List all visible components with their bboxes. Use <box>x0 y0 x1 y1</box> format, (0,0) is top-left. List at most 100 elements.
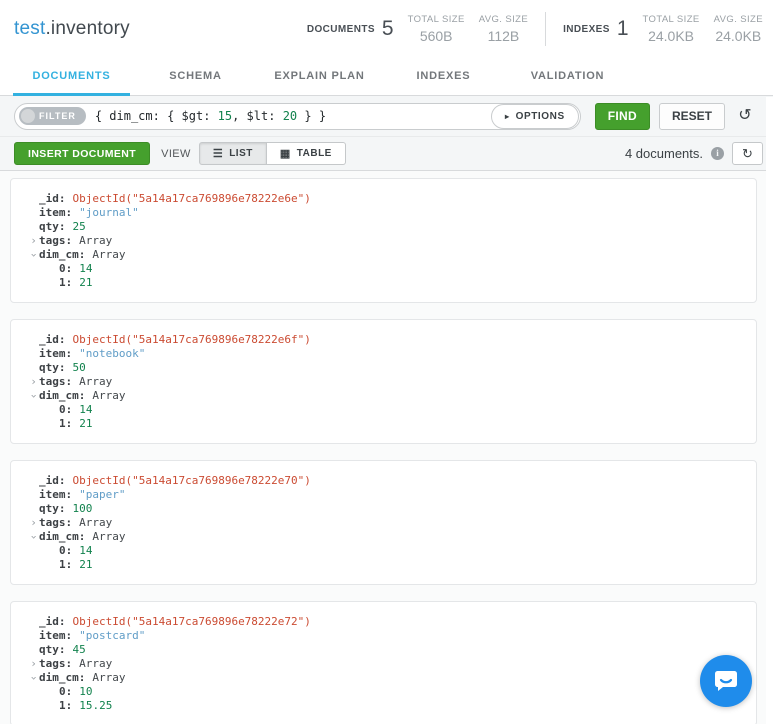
field-value: ObjectId("5a14a17ca769896e78222e6e") <box>72 192 311 205</box>
expand-caret-icon[interactable]: › <box>28 234 39 248</box>
collection-stats: DOCUMENTS 5 TOTAL SIZE 560B AVG. SIZE 11… <box>307 12 763 46</box>
field-key: 0: <box>59 403 73 416</box>
field-value: 25 <box>72 220 86 233</box>
chat-bubble-button[interactable] <box>700 655 752 707</box>
document-field-line: item: "paper" <box>11 488 736 502</box>
document-field-line: ›dim_cm: Array <box>11 671 736 685</box>
indexes-stat-label: INDEXES <box>563 23 610 35</box>
field-key: _id: <box>39 474 66 487</box>
field-value: 45 <box>72 643 86 656</box>
field-value: ObjectId("5a14a17ca769896e78222e6f") <box>72 333 311 346</box>
avg-size-value: 112B <box>487 28 520 44</box>
insert-document-button[interactable]: INSERT DOCUMENT <box>14 142 151 165</box>
idx-total-size-label: TOTAL SIZE <box>642 14 700 25</box>
field-value: "journal" <box>79 206 139 219</box>
expand-caret-icon[interactable]: › <box>28 375 39 389</box>
query-bar: FILTER { dim_cm: { $gt: 15, $lt: 20 } } … <box>0 96 773 137</box>
view-table-button[interactable]: ▦ TABLE <box>266 142 346 165</box>
collection-name: .inventory <box>45 18 130 39</box>
field-key: dim_cm: <box>39 248 86 261</box>
document-field-line: item: "postcard" <box>11 629 736 643</box>
field-key: dim_cm: <box>39 530 86 543</box>
document-field-line: › tags: Array <box>11 234 736 248</box>
tab-indexes[interactable]: INDEXES <box>385 58 502 96</box>
info-icon[interactable]: i <box>711 147 724 160</box>
idx-total-size-value: 24.0KB <box>648 28 695 44</box>
document-field-line: 0: 10 <box>11 685 736 699</box>
documents-stat: DOCUMENTS 5 <box>307 17 394 41</box>
field-value: Array <box>92 530 126 543</box>
filter-pill-label: FILTER <box>39 111 76 121</box>
document-card[interactable]: _id: ObjectId("5a14a17ca769896e78222e6f")… <box>10 319 757 444</box>
document-field-line: ›dim_cm: Array <box>11 530 736 544</box>
expand-caret-icon[interactable]: › <box>28 516 39 530</box>
field-value: 10 <box>79 685 93 698</box>
collapse-caret-icon[interactable]: › <box>27 532 41 543</box>
idx-avg-size-value: 24.0KB <box>715 28 762 44</box>
tab-validation[interactable]: VALIDATION <box>509 58 626 96</box>
document-card[interactable]: _id: ObjectId("5a14a17ca769896e78222e70")… <box>10 460 757 585</box>
field-value: 21 <box>79 417 93 430</box>
documents-avg-size-stat: AVG. SIZE 112B <box>479 14 528 44</box>
collapse-caret-icon[interactable]: › <box>27 673 41 684</box>
field-value: ObjectId("5a14a17ca769896e78222e72") <box>72 615 311 628</box>
document-field-line: _id: ObjectId("5a14a17ca769896e78222e72") <box>11 615 736 629</box>
field-key: tags: <box>39 234 73 247</box>
document-field-line: 0: 14 <box>11 403 736 417</box>
field-key: tags: <box>39 375 73 388</box>
field-key: item: <box>39 347 73 360</box>
field-value: 50 <box>72 361 86 374</box>
collection-tabs: DOCUMENTS SCHEMA EXPLAIN PLAN INDEXES VA… <box>0 58 773 96</box>
find-button[interactable]: FIND <box>594 102 650 130</box>
filter-input[interactable]: FILTER { dim_cm: { $gt: 15, $lt: 20 } } … <box>14 102 581 130</box>
collapse-caret-icon[interactable]: › <box>27 391 41 402</box>
database-name[interactable]: test <box>14 18 45 39</box>
options-button[interactable]: ▸ OPTIONS <box>490 103 579 129</box>
field-value: Array <box>79 375 113 388</box>
field-value: ObjectId("5a14a17ca769896e78222e70") <box>72 474 311 487</box>
document-field-line: _id: ObjectId("5a14a17ca769896e78222e6e") <box>11 192 736 206</box>
document-card[interactable]: _id: ObjectId("5a14a17ca769896e78222e72")… <box>10 601 757 724</box>
indexes-stat: INDEXES 1 <box>563 17 628 41</box>
view-list-button[interactable]: ☰ LIST <box>198 142 267 165</box>
scrollbar-gutter <box>766 97 773 724</box>
field-value: 15.25 <box>79 699 113 712</box>
filter-query-text[interactable]: { dim_cm: { $gt: 15, $lt: 20 } } <box>95 109 491 123</box>
field-key: qty: <box>39 220 66 233</box>
total-size-label: TOTAL SIZE <box>407 14 465 25</box>
field-key: dim_cm: <box>39 671 86 684</box>
field-key: item: <box>39 629 73 642</box>
indexes-total-size-stat: TOTAL SIZE 24.0KB <box>643 14 700 44</box>
field-key: 1: <box>59 276 73 289</box>
tab-documents[interactable]: DOCUMENTS <box>13 58 130 96</box>
field-key: tags: <box>39 657 73 670</box>
document-field-line: 1: 21 <box>11 558 736 572</box>
field-value: Array <box>79 516 113 529</box>
view-switcher: ☰ LIST ▦ TABLE <box>198 142 346 165</box>
idx-avg-size-label: AVG. SIZE <box>713 14 763 25</box>
expand-caret-icon[interactable]: › <box>28 657 39 671</box>
field-value: 14 <box>79 544 93 557</box>
refresh-icon[interactable]: ↻ <box>732 142 763 165</box>
field-value: 14 <box>79 262 93 275</box>
document-card[interactable]: _id: ObjectId("5a14a17ca769896e78222e6e")… <box>10 178 757 303</box>
field-key: dim_cm: <box>39 389 86 402</box>
tab-explain-plan[interactable]: EXPLAIN PLAN <box>261 58 378 96</box>
tab-schema[interactable]: SCHEMA <box>137 58 254 96</box>
options-caret-icon: ▸ <box>504 111 510 121</box>
documents-stat-label: DOCUMENTS <box>306 23 375 35</box>
filter-pill: FILTER <box>19 107 86 125</box>
query-history-icon[interactable]: ↺ <box>733 104 757 128</box>
reset-button[interactable]: RESET <box>658 102 725 130</box>
collapse-caret-icon[interactable]: › <box>27 250 41 261</box>
collection-header: test.inventory DOCUMENTS 5 TOTAL SIZE 56… <box>0 0 773 58</box>
document-field-line: qty: 100 <box>11 502 736 516</box>
document-field-line: qty: 25 <box>11 220 736 234</box>
options-label: OPTIONS <box>515 110 565 122</box>
document-field-line: 1: 21 <box>11 276 736 290</box>
field-value: 100 <box>72 502 93 515</box>
field-key: _id: <box>39 333 66 346</box>
document-field-line: ›dim_cm: Array <box>11 389 736 403</box>
field-key: 1: <box>59 699 73 712</box>
document-field-line: item: "notebook" <box>11 347 736 361</box>
